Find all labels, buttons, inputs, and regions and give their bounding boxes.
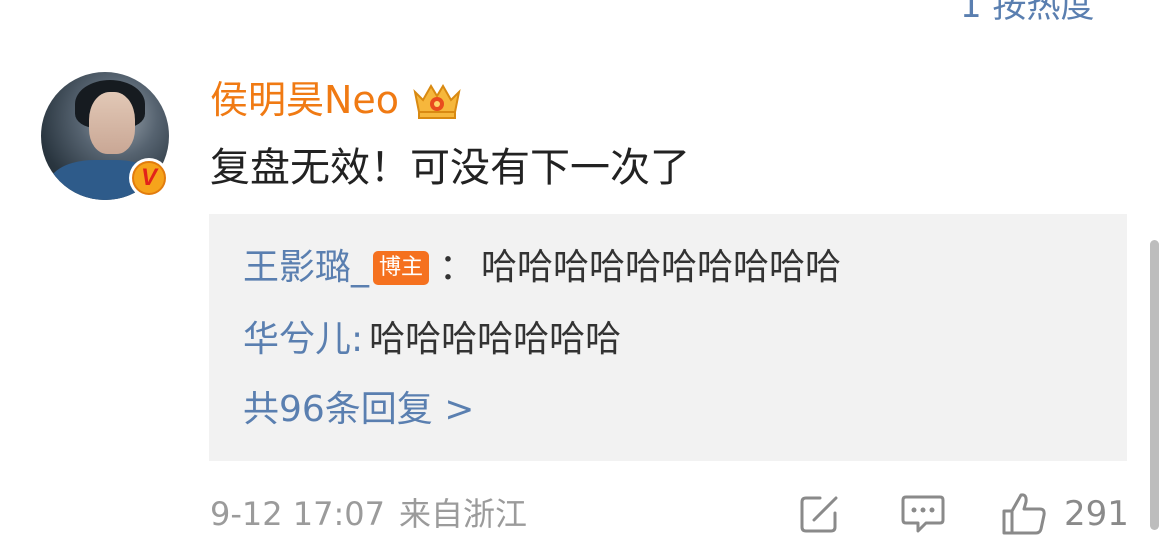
crown-icon[interactable] bbox=[409, 78, 465, 122]
thumbs-up-icon bbox=[1002, 493, 1046, 535]
comment-icon bbox=[901, 495, 945, 533]
reply-text: 哈哈哈哈哈哈哈 bbox=[369, 319, 622, 360]
reply-author[interactable]: 王影璐_ bbox=[243, 244, 369, 292]
scrollbar[interactable] bbox=[1150, 240, 1159, 530]
avatar-face bbox=[89, 92, 135, 154]
comment-text: 复盘无效！可没有下一次了 bbox=[210, 145, 690, 191]
comment-button[interactable] bbox=[900, 490, 946, 538]
comment-username[interactable]: 侯明昊Neo bbox=[210, 76, 399, 124]
like-button[interactable]: 291 bbox=[1000, 490, 1129, 538]
avatar[interactable]: V bbox=[41, 72, 169, 200]
comment-timestamp: 9-12 17:07 bbox=[210, 495, 386, 533]
comment-header: 侯明昊Neo bbox=[210, 76, 465, 124]
reply-item[interactable]: 华兮儿 : 哈哈哈哈哈哈哈 bbox=[243, 316, 621, 364]
more-replies-link[interactable]: 共96条回复 > bbox=[243, 386, 474, 434]
reply-item[interactable]: 王影璐_ 博主 ： 哈哈哈哈哈哈哈哈哈哈 bbox=[243, 244, 841, 292]
like-count: 291 bbox=[1064, 494, 1129, 534]
verified-badge-letter: V bbox=[132, 161, 166, 195]
share-icon bbox=[800, 496, 838, 533]
reply-text: 哈哈哈哈哈哈哈哈哈哈 bbox=[481, 247, 842, 288]
reply-separator: : bbox=[351, 319, 364, 360]
comment-origin: 来自浙江 bbox=[399, 495, 528, 533]
share-button[interactable] bbox=[798, 490, 844, 538]
comment-meta: 9-12 17:07 来自浙江 bbox=[210, 490, 527, 538]
sort-by-heat-label[interactable]: 1 按热度 bbox=[960, 0, 1094, 27]
reply-author[interactable]: 华兮儿 bbox=[243, 316, 351, 364]
verified-icon: V bbox=[129, 158, 169, 198]
reply-separator: ： bbox=[439, 247, 476, 288]
host-badge: 博主 bbox=[373, 251, 430, 285]
comment-screen: 1 按热度 V 侯明昊Neo 复盘无效！可没有下一次了 王影璐_ 博主 ： 哈哈… bbox=[0, 0, 1169, 551]
